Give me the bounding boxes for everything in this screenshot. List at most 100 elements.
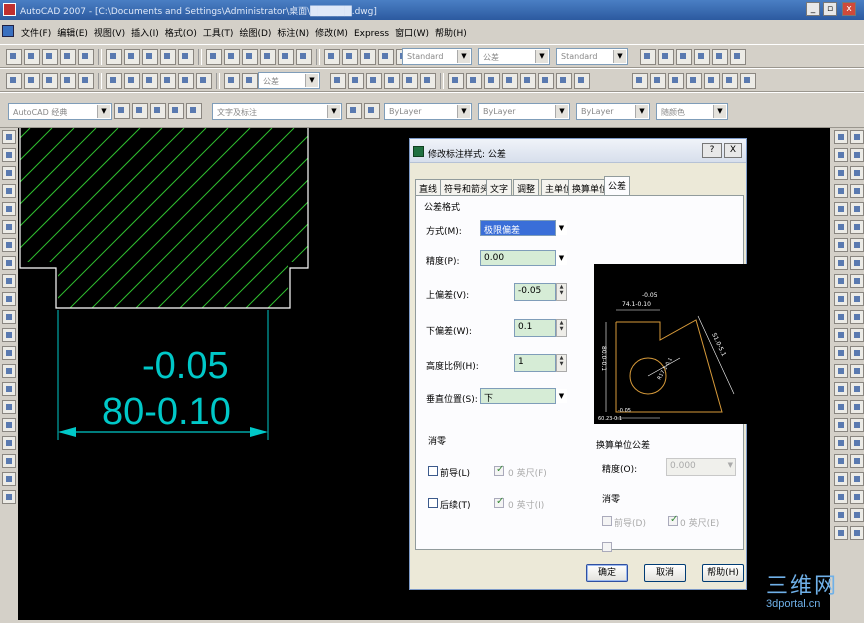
workspace-combo[interactable]: AutoCAD 经典 ▼ [8,103,112,120]
precision-select[interactable]: 0.00 [480,250,556,266]
tab-0[interactable]: 直线 [415,179,442,195]
toolbar-tool-icon[interactable] [850,382,864,396]
toolbar-tool-icon[interactable] [224,49,240,65]
toolbar-tool-icon[interactable] [704,73,720,89]
toolbar-tool-icon[interactable] [712,49,728,65]
toolbar-tool-icon[interactable] [2,166,16,180]
menu-item-11[interactable]: 帮助(H) [432,20,470,39]
toolbar-tool-icon[interactable] [850,184,864,198]
toolbar-tool-icon[interactable] [364,103,380,119]
toolbar-tool-icon[interactable] [834,454,848,468]
toolbar-tool-icon[interactable] [834,508,848,522]
menu-item-5[interactable]: 工具(T) [200,20,237,39]
layer-combo[interactable]: 文字及标注 ▼ [212,103,342,120]
toolbar-tool-icon[interactable] [850,364,864,378]
toolbar-tool-icon[interactable] [2,490,16,504]
feet-zero-checkbox[interactable] [494,464,504,476]
toolbar-tool-icon[interactable] [850,148,864,162]
toolbar-tool-icon[interactable] [2,202,16,216]
restore-button[interactable]: ▫ [823,2,837,16]
dim-style-combo-2[interactable]: 公差 ▼ [258,72,320,89]
toolbar-tool-icon[interactable] [850,292,864,306]
toolbar-tool-icon[interactable] [834,220,848,234]
toolbar-tool-icon[interactable] [106,73,122,89]
menu-item-6[interactable]: 绘图(D) [236,20,274,39]
toolbar-tool-icon[interactable] [168,103,184,119]
toolbar-tool-icon[interactable] [686,73,702,89]
toolbar-tool-icon[interactable] [24,49,40,65]
linetype-combo[interactable]: ByLayer ▼ [478,103,570,120]
toolbar-tool-icon[interactable] [694,49,710,65]
dialog-close-button[interactable]: X [724,143,742,158]
toolbar-tool-icon[interactable] [668,73,684,89]
toolbar-tool-icon[interactable] [850,472,864,486]
toolbar-tool-icon[interactable] [342,49,358,65]
toolbar-tool-icon[interactable] [834,202,848,216]
toolbar-tool-icon[interactable] [6,73,22,89]
toolbar-tool-icon[interactable] [574,73,590,89]
toolbar-tool-icon[interactable] [448,73,464,89]
tab-2[interactable]: 文字 [486,179,513,195]
vertical-position-select[interactable]: 下 [480,388,556,404]
toolbar-tool-icon[interactable] [2,310,16,324]
toolbar-tool-icon[interactable] [850,454,864,468]
toolbar-tool-icon[interactable] [296,49,312,65]
toolbar-tool-icon[interactable] [348,73,364,89]
table-style-combo[interactable]: Standard ▼ [556,48,628,65]
color-combo[interactable]: ByLayer ▼ [384,103,472,120]
toolbar-tool-icon[interactable] [384,73,400,89]
inches-zero-checkbox[interactable] [494,496,504,508]
menu-item-8[interactable]: 修改(M) [312,20,351,39]
toolbar-tool-icon[interactable] [850,346,864,360]
toolbar-tool-icon[interactable] [834,364,848,378]
toolbar-tool-icon[interactable] [676,49,692,65]
toolbar-tool-icon[interactable] [834,148,848,162]
toolbar-tool-icon[interactable] [520,73,536,89]
toolbar-tool-icon[interactable] [834,256,848,270]
toolbar-tool-icon[interactable] [2,382,16,396]
upper-deviation-spinner[interactable]: ▲ ▼ [556,283,567,301]
toolbar-tool-icon[interactable] [242,49,258,65]
toolbar-tool-icon[interactable] [160,73,176,89]
toolbar-tool-icon[interactable] [850,328,864,342]
method-select[interactable]: 极限偏差 [480,220,556,236]
toolbar-tool-icon[interactable] [2,454,16,468]
toolbar-tool-icon[interactable] [132,103,148,119]
height-scale-input[interactable]: 1 [514,354,556,372]
chevron-down-icon[interactable]: ▼ [556,221,567,235]
toolbar-tool-icon[interactable] [658,49,674,65]
alt-precision-select[interactable]: 0.000 ▼ [666,458,736,476]
trailing-zero-checkbox[interactable] [428,498,438,508]
toolbar-tool-icon[interactable] [850,310,864,324]
autocad-app-icon[interactable] [3,3,16,16]
tab-3[interactable]: 调整 [513,179,540,195]
toolbar-tool-icon[interactable] [834,472,848,486]
minimize-button[interactable]: _ [806,2,820,16]
toolbar-tool-icon[interactable] [834,292,848,306]
toolbar-tool-icon[interactable] [850,436,864,450]
toolbar-tool-icon[interactable] [834,418,848,432]
upper-deviation-input[interactable]: -0.05 [514,283,556,301]
toolbar-tool-icon[interactable] [466,73,482,89]
lower-deviation-input[interactable]: 0.1 [514,319,556,337]
toolbar-tool-icon[interactable] [834,274,848,288]
toolbar-tool-icon[interactable] [640,49,656,65]
toolbar-tool-icon[interactable] [730,49,746,65]
toolbar-tool-icon[interactable] [850,418,864,432]
toolbar-tool-icon[interactable] [324,49,340,65]
toolbar-tool-icon[interactable] [850,220,864,234]
toolbar-tool-icon[interactable] [366,73,382,89]
toolbar-tool-icon[interactable] [850,256,864,270]
toolbar-tool-icon[interactable] [330,73,346,89]
toolbar-tool-icon[interactable] [24,73,40,89]
toolbar-tool-icon[interactable] [740,73,756,89]
dim-style-combo[interactable]: 公差 ▼ [478,48,550,65]
toolbar-tool-icon[interactable] [2,256,16,270]
toolbar-tool-icon[interactable] [502,73,518,89]
toolbar-tool-icon[interactable] [278,49,294,65]
toolbar-tool-icon[interactable] [538,73,554,89]
chevron-down-icon[interactable]: ▼ [556,251,567,265]
toolbar-tool-icon[interactable] [2,328,16,342]
close-button[interactable]: x [842,2,856,16]
menu-item-9[interactable]: Express [351,23,392,39]
